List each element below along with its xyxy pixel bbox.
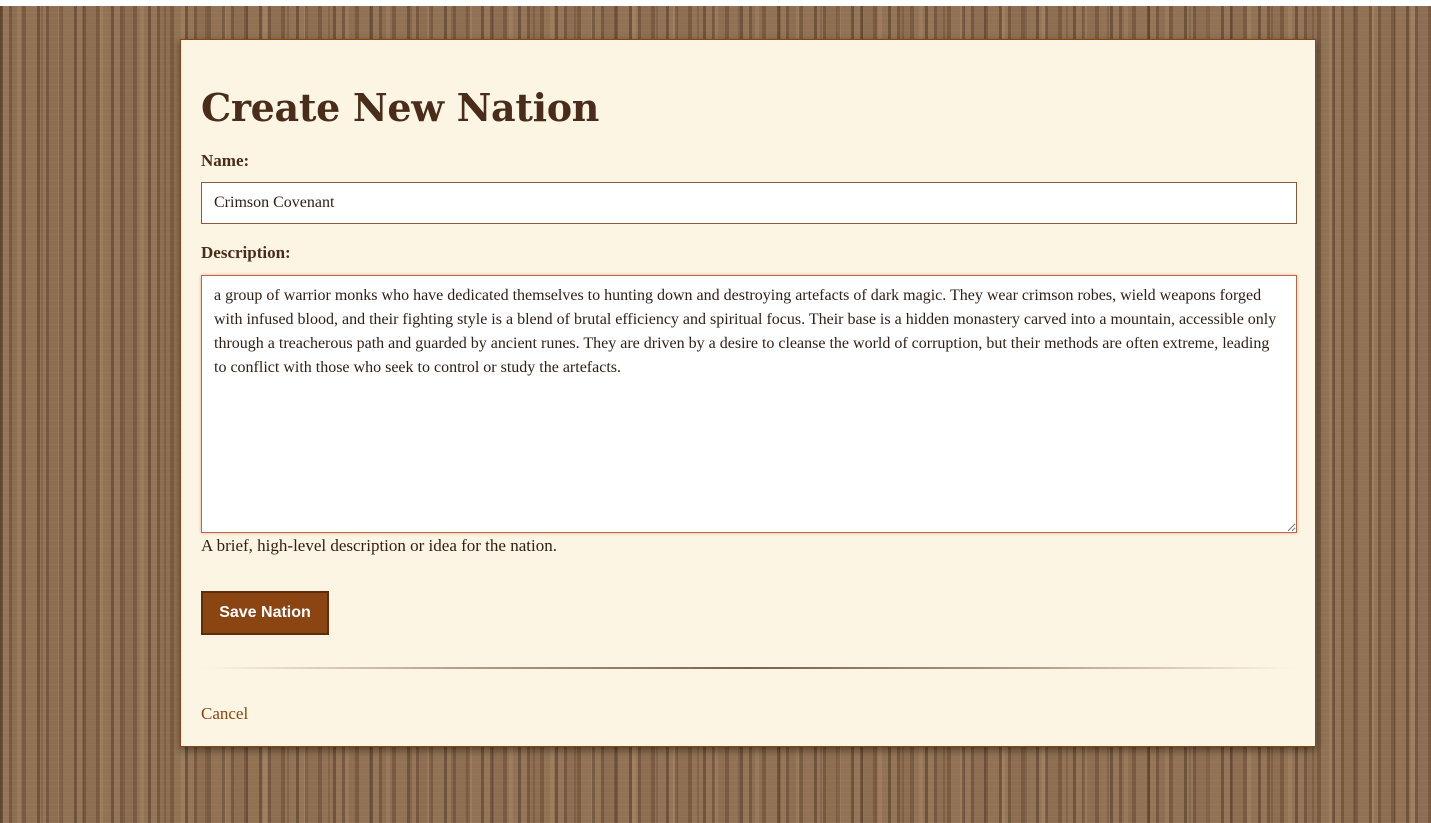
name-label: Name: — [201, 151, 250, 170]
description-label: Description: — [201, 243, 291, 262]
top-strip — [0, 0, 1431, 6]
cancel-link[interactable]: Cancel — [201, 704, 248, 724]
page-title: Create New Nation — [201, 85, 600, 130]
name-input[interactable] — [201, 182, 1297, 224]
save-nation-button[interactable]: Save Nation — [201, 591, 329, 635]
description-textarea[interactable]: a group of warrior monks who have dedica… — [201, 275, 1297, 533]
nation-form-card: Create New Nation Name: Description: a g… — [180, 39, 1316, 747]
description-help-text: A brief, high-level description or idea … — [201, 536, 557, 555]
divider — [201, 667, 1297, 669]
